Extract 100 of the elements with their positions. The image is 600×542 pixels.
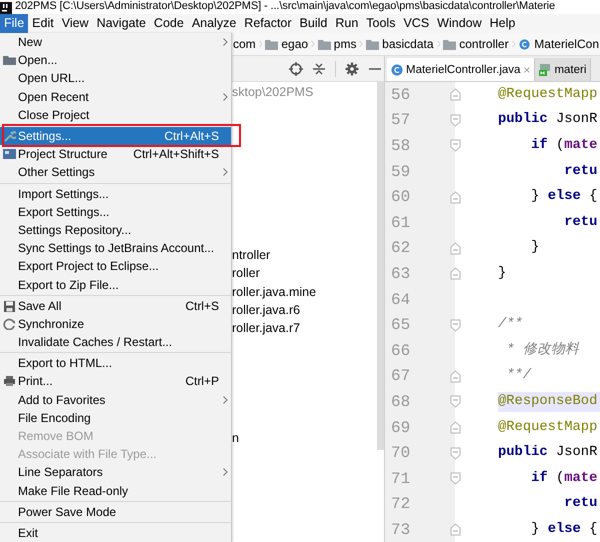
code-line: * 修改物料 (505, 340, 580, 360)
chevron-right-icon (512, 38, 516, 50)
menu-item[interactable]: Invalidate Caches / Restart... (0, 333, 231, 352)
tree-item[interactable]: roller.java.r7 (232, 318, 377, 338)
fold-marker-icon[interactable] (450, 523, 460, 536)
menu-bar-item[interactable]: File (0, 14, 28, 33)
fold-marker-icon[interactable] (450, 318, 460, 332)
menu-bar-item[interactable]: Code (150, 14, 188, 33)
fold-marker-icon[interactable] (450, 395, 460, 408)
printer-icon (2, 375, 16, 388)
line-number: 62 (390, 239, 412, 258)
line-number: 65 (390, 316, 412, 334)
collapse-icon[interactable] (312, 62, 326, 76)
crosshair-icon[interactable] (289, 62, 303, 76)
fold-marker-icon[interactable] (450, 139, 460, 152)
menu-bar-item[interactable]: Analyze (188, 14, 240, 33)
fold-marker-icon[interactable] (450, 190, 460, 204)
menu-item[interactable]: Export Settings... (0, 202, 231, 221)
menu-item[interactable]: Open Recent (0, 88, 231, 106)
menu-item[interactable]: New (0, 33, 231, 52)
menu-bar-item[interactable]: Refactor (240, 14, 296, 33)
menu-item[interactable]: Export to Zip File... (0, 275, 231, 294)
menu-item[interactable]: Synchronize (0, 314, 231, 333)
menu-item[interactable]: Save All Ctrl+S (0, 296, 231, 315)
breadcrumb-item[interactable]: pms (316, 37, 358, 51)
menu-item[interactable]: Print... Ctrl+P (0, 372, 231, 391)
settings-icon[interactable] (345, 62, 359, 76)
line-number: 67 (390, 367, 412, 386)
menu-bar-item[interactable]: VCS (399, 14, 434, 33)
breadcrumb-item[interactable]: MaterielCon (517, 37, 600, 51)
tree-item[interactable]: roller.java.mine (232, 282, 377, 301)
line-number: 58 (390, 136, 412, 155)
menu-item[interactable]: Project Structure Ctrl+Alt+Shift+S (0, 145, 231, 164)
code-line: if (mate (530, 136, 598, 155)
menu-bar-item[interactable]: Window (433, 14, 486, 33)
editor-tab[interactable]: MaterielController.java × (387, 58, 536, 81)
app-logo-icon (0, 2, 12, 14)
menu-item[interactable]: File Encoding (0, 408, 231, 427)
chevron-right-icon (258, 38, 262, 50)
line-number: 72 (390, 495, 412, 514)
menu-item[interactable]: Power Save Mode (0, 502, 231, 521)
menu-item[interactable]: Close Project (0, 106, 231, 124)
code-line: } (498, 264, 508, 283)
menu-item[interactable]: Exit (0, 524, 231, 542)
fold-marker-icon[interactable] (450, 114, 460, 127)
menu-item[interactable]: Make File Read-only (0, 482, 231, 500)
fold-marker-icon[interactable] (450, 446, 460, 460)
menu-item[interactable]: Add to Favorites (0, 390, 231, 409)
editor-tab[interactable]: materi (535, 58, 592, 81)
tree-item[interactable]: roller (232, 264, 377, 283)
breadcrumb-item[interactable]: basicdata (365, 37, 435, 51)
line-number: 68 (390, 392, 412, 411)
tree-item[interactable]: n (232, 429, 377, 448)
breadcrumb-item[interactable]: com (232, 37, 257, 51)
line-number: 59 (390, 162, 412, 181)
class-icon (518, 38, 532, 50)
menu-item[interactable]: Settings Repository... (0, 220, 231, 240)
menu-item[interactable]: Settings... Ctrl+Alt+S (0, 126, 231, 146)
folder-icon (2, 54, 16, 66)
fold-marker-icon[interactable] (450, 421, 460, 434)
menu-item[interactable]: Other Settings (0, 163, 231, 182)
menu-item[interactable]: Export to HTML... (0, 354, 231, 372)
fold-marker-icon[interactable] (450, 472, 460, 486)
tree-item[interactable]: roller.java.r6 (232, 300, 377, 319)
window-title: 202PMS [C:\Users\Administrator\Desktop\202PMS] - ...\src\main\java\com\egao\pms\basicdata\controller\Materie (15, 0, 556, 13)
fold-marker-icon[interactable] (450, 267, 460, 280)
menu-item[interactable]: Import Settings... (0, 184, 231, 203)
chevron-right-icon (359, 38, 364, 50)
line-number: 57 (390, 111, 412, 130)
folder-icon (265, 38, 278, 50)
line-number: 56 (390, 86, 412, 104)
menu-item[interactable]: Export Project to Eclipse... (0, 257, 231, 276)
code-line: } (530, 239, 540, 258)
menu-item[interactable]: Line Separators (0, 463, 231, 482)
menu-item[interactable]: Open... (0, 51, 231, 70)
fold-marker-icon[interactable] (450, 88, 460, 102)
menu-bar-item[interactable]: Build (296, 14, 332, 33)
code-line: retu (563, 214, 598, 232)
line-number: 69 (390, 418, 412, 437)
code-line: retu (563, 495, 598, 514)
chevron-right-icon (311, 38, 315, 50)
menu-bar-item[interactable]: Help (486, 14, 520, 33)
tree-item[interactable]: ntroller (232, 246, 377, 264)
breadcrumb-item[interactable]: egao (264, 37, 310, 51)
fold-marker-icon[interactable] (450, 370, 460, 383)
fold-marker-icon[interactable] (450, 242, 460, 255)
menu-bar-item[interactable]: Tools (362, 14, 400, 33)
menu-bar-item[interactable]: Edit (28, 14, 58, 33)
menu-bar-item[interactable]: Run (331, 14, 362, 33)
menu-item[interactable]: Sync Settings to JetBrains Account... (0, 239, 231, 258)
breadcrumb-item[interactable]: controller (442, 37, 510, 51)
menu-item: Associate with File Type... (17, 446, 158, 464)
scrollbar[interactable] (377, 82, 384, 450)
menu-item[interactable]: Open URL... (0, 69, 231, 88)
menu-bar-item[interactable]: View (58, 14, 93, 33)
code-line: /** (498, 316, 524, 334)
chevron-right-icon (436, 38, 440, 50)
code-line: public JsonR (498, 444, 598, 462)
menu-bar-item[interactable]: Navigate (92, 14, 150, 33)
code-line: } else { (530, 520, 598, 539)
